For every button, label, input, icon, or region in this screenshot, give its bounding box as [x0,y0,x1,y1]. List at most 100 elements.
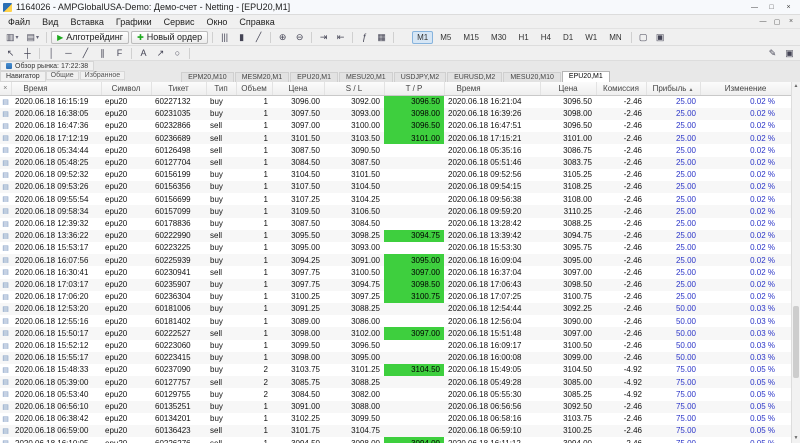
menu-item-сервис[interactable]: Сервис [158,17,201,27]
auto-scroll-button[interactable]: ⇥ [316,31,331,44]
column-header-close-time[interactable]: Время [444,82,540,95]
navigator-tab-общие[interactable]: Общие [46,71,79,80]
arrow-object-button[interactable]: ↗ [153,47,168,60]
fibonacci-button[interactable]: F [112,47,127,60]
column-header-change[interactable]: Изменение [700,82,791,95]
chart-tab[interactable]: MESU20,M10 [503,72,561,82]
indicators-button[interactable]: ƒ [357,31,372,44]
history-row[interactable]: ▤2020.06.18 12:39:32epu2060178836buy1308… [0,218,791,230]
history-row[interactable]: ▤2020.06.18 09:53:26epu2060156356buy1310… [0,181,791,193]
history-row[interactable]: ▤2020.06.18 05:48:25epu2060127704sell130… [0,157,791,169]
bar-chart-button[interactable]: ||| [217,31,232,44]
menu-item-файл[interactable]: Файл [2,17,36,27]
history-row[interactable]: ▤2020.06.18 15:48:33epu2060237090buy2310… [0,364,791,376]
scroll-up-button[interactable]: ▲ [792,82,800,91]
close-history-panel-button[interactable]: × [0,82,11,95]
child-close-button[interactable]: × [784,18,798,26]
history-row[interactable]: ▤2020.06.18 17:03:17epu2060235907buy1309… [0,279,791,291]
timeframe-d1[interactable]: D1 [558,31,578,44]
column-header-volume[interactable]: Объем [236,82,272,95]
history-row[interactable]: ▤2020.06.18 06:59:00epu2060136423sell131… [0,425,791,437]
history-row[interactable]: ▤2020.06.18 15:50:17epu2060222527sell130… [0,327,791,339]
menu-item-графики[interactable]: Графики [110,17,158,27]
column-header-symbol[interactable]: Символ [101,82,151,95]
maximize-button[interactable]: □ [763,4,780,11]
history-row[interactable]: ▤2020.06.18 15:52:12epu2060223060buy1309… [0,340,791,352]
chart-tab[interactable]: EPM20,M10 [181,72,234,82]
history-row[interactable]: ▤2020.06.18 16:15:19epu2060227132buy1309… [0,95,791,108]
chart-tab[interactable]: MESM20,M1 [235,72,289,82]
chart-shift-button[interactable]: ⇤ [333,31,348,44]
history-row[interactable]: ▤2020.06.18 16:30:41epu2060230941sell130… [0,266,791,278]
history-row[interactable]: ▤2020.06.18 12:55:16epu2060181402buy1308… [0,315,791,327]
shapes-button[interactable]: ○ [170,47,185,60]
history-row[interactable]: ▤2020.06.18 17:12:19epu2060236689sell131… [0,132,791,144]
history-row[interactable]: ▤2020.06.18 16:07:56epu2060225939buy1309… [0,254,791,266]
column-header-commission[interactable]: Комиссия [596,82,646,95]
history-row[interactable]: ▤2020.06.18 06:38:42epu2060134201buy1310… [0,413,791,425]
history-row[interactable]: ▤2020.06.18 16:38:05epu2060231035buy1309… [0,108,791,120]
history-row[interactable]: ▤2020.06.18 15:53:17epu2060223225buy1309… [0,242,791,254]
child-minimize-button[interactable]: — [756,18,770,26]
column-header-price[interactable]: Цена [272,82,324,95]
column-header-open-time[interactable]: Время [11,82,101,95]
candlestick-chart-button[interactable]: ▮ [234,31,249,44]
chart-tab[interactable]: USDJPY,M2 [394,72,446,82]
chart-tab[interactable]: EURUSD,M2 [447,72,502,82]
tile-windows-button[interactable]: ▢ [636,31,651,44]
history-row[interactable]: ▤2020.06.18 13:36:22epu2060222990sell130… [0,230,791,242]
minimize-button[interactable]: — [746,4,763,11]
column-header-stop-loss[interactable]: S / L [324,82,384,95]
chart-tab[interactable]: EPU20,M1 [562,71,610,82]
history-row[interactable]: ▤2020.06.18 05:53:40epu2060129755buy2308… [0,388,791,400]
navigator-tab-избранное[interactable]: Избранное [80,71,125,80]
column-header-profit[interactable]: Прибыль▲ [646,82,700,95]
scroll-down-button[interactable]: ▼ [792,434,800,443]
vertical-line-button[interactable]: │ [44,47,59,60]
history-row[interactable]: ▤2020.06.18 05:34:44epu2060126498sell130… [0,144,791,156]
profiles-button[interactable]: ▤▾ [24,31,43,44]
history-row[interactable]: ▤2020.06.18 09:58:34epu2060157099buy1310… [0,205,791,217]
cursor-button[interactable]: ↖ [3,47,18,60]
scroll-track[interactable] [792,91,800,434]
new-chart-button[interactable]: ▥▾ [3,31,22,44]
dock-button[interactable]: ▣ [782,47,797,60]
column-header-close-price[interactable]: Цена [540,82,596,95]
chart-tab[interactable]: EPU20,M1 [290,72,338,82]
timeframe-h1[interactable]: H1 [514,31,534,44]
column-header-type[interactable]: Тип [206,82,236,95]
timeframe-m1[interactable]: M1 [412,31,433,44]
timeframe-mn[interactable]: MN [604,31,626,44]
text-button[interactable]: A [136,47,151,60]
timeframe-m5[interactable]: M5 [435,31,456,44]
column-header-take-profit[interactable]: T / P [384,82,444,95]
menu-item-вид[interactable]: Вид [36,17,64,27]
history-row[interactable]: ▤2020.06.18 12:53:20epu2060181006buy1309… [0,303,791,315]
menu-item-окно[interactable]: Окно [201,17,234,27]
history-row[interactable]: ▤2020.06.18 17:06:20epu2060236304buy1310… [0,291,791,303]
objects-button[interactable]: ▦ [374,31,389,44]
channel-button[interactable]: ∥ [95,47,110,60]
crosshair-button[interactable]: ┼ [20,47,35,60]
trendline-button[interactable]: ╱ [78,47,93,60]
navigator-panel-tab[interactable]: Навигатор [0,71,46,82]
menu-item-справка[interactable]: Справка [233,17,280,27]
history-row[interactable]: ▤2020.06.18 05:39:00epu2060127757sell230… [0,376,791,388]
history-row[interactable]: ▤2020.06.18 09:52:32epu2060156199buy1310… [0,169,791,181]
cascade-windows-button[interactable]: ▣ [653,31,668,44]
algo-trading-button[interactable]: ▶Алготрейдинг [51,31,129,44]
menu-item-вставка[interactable]: Вставка [64,17,109,27]
history-row[interactable]: ▤2020.06.18 16:10:05epu2060226276sell130… [0,437,791,443]
history-row[interactable]: ▤2020.06.18 06:56:10epu2060135251buy1309… [0,401,791,413]
horizontal-line-button[interactable]: ─ [61,47,76,60]
scroll-thumb[interactable] [793,306,799,378]
close-button[interactable]: × [780,4,797,11]
child-restore-button[interactable]: ▢ [770,18,784,26]
chart-tab[interactable]: MESU20,M1 [339,72,393,82]
column-header-ticket[interactable]: Тикет [151,82,206,95]
line-chart-button[interactable]: ╱ [251,31,266,44]
pencil-button[interactable]: ✎ [765,47,780,60]
timeframe-h4[interactable]: H4 [536,31,556,44]
vertical-scrollbar[interactable]: ▲ ▼ [791,82,800,443]
zoom-in-button[interactable]: ⊕ [275,31,290,44]
